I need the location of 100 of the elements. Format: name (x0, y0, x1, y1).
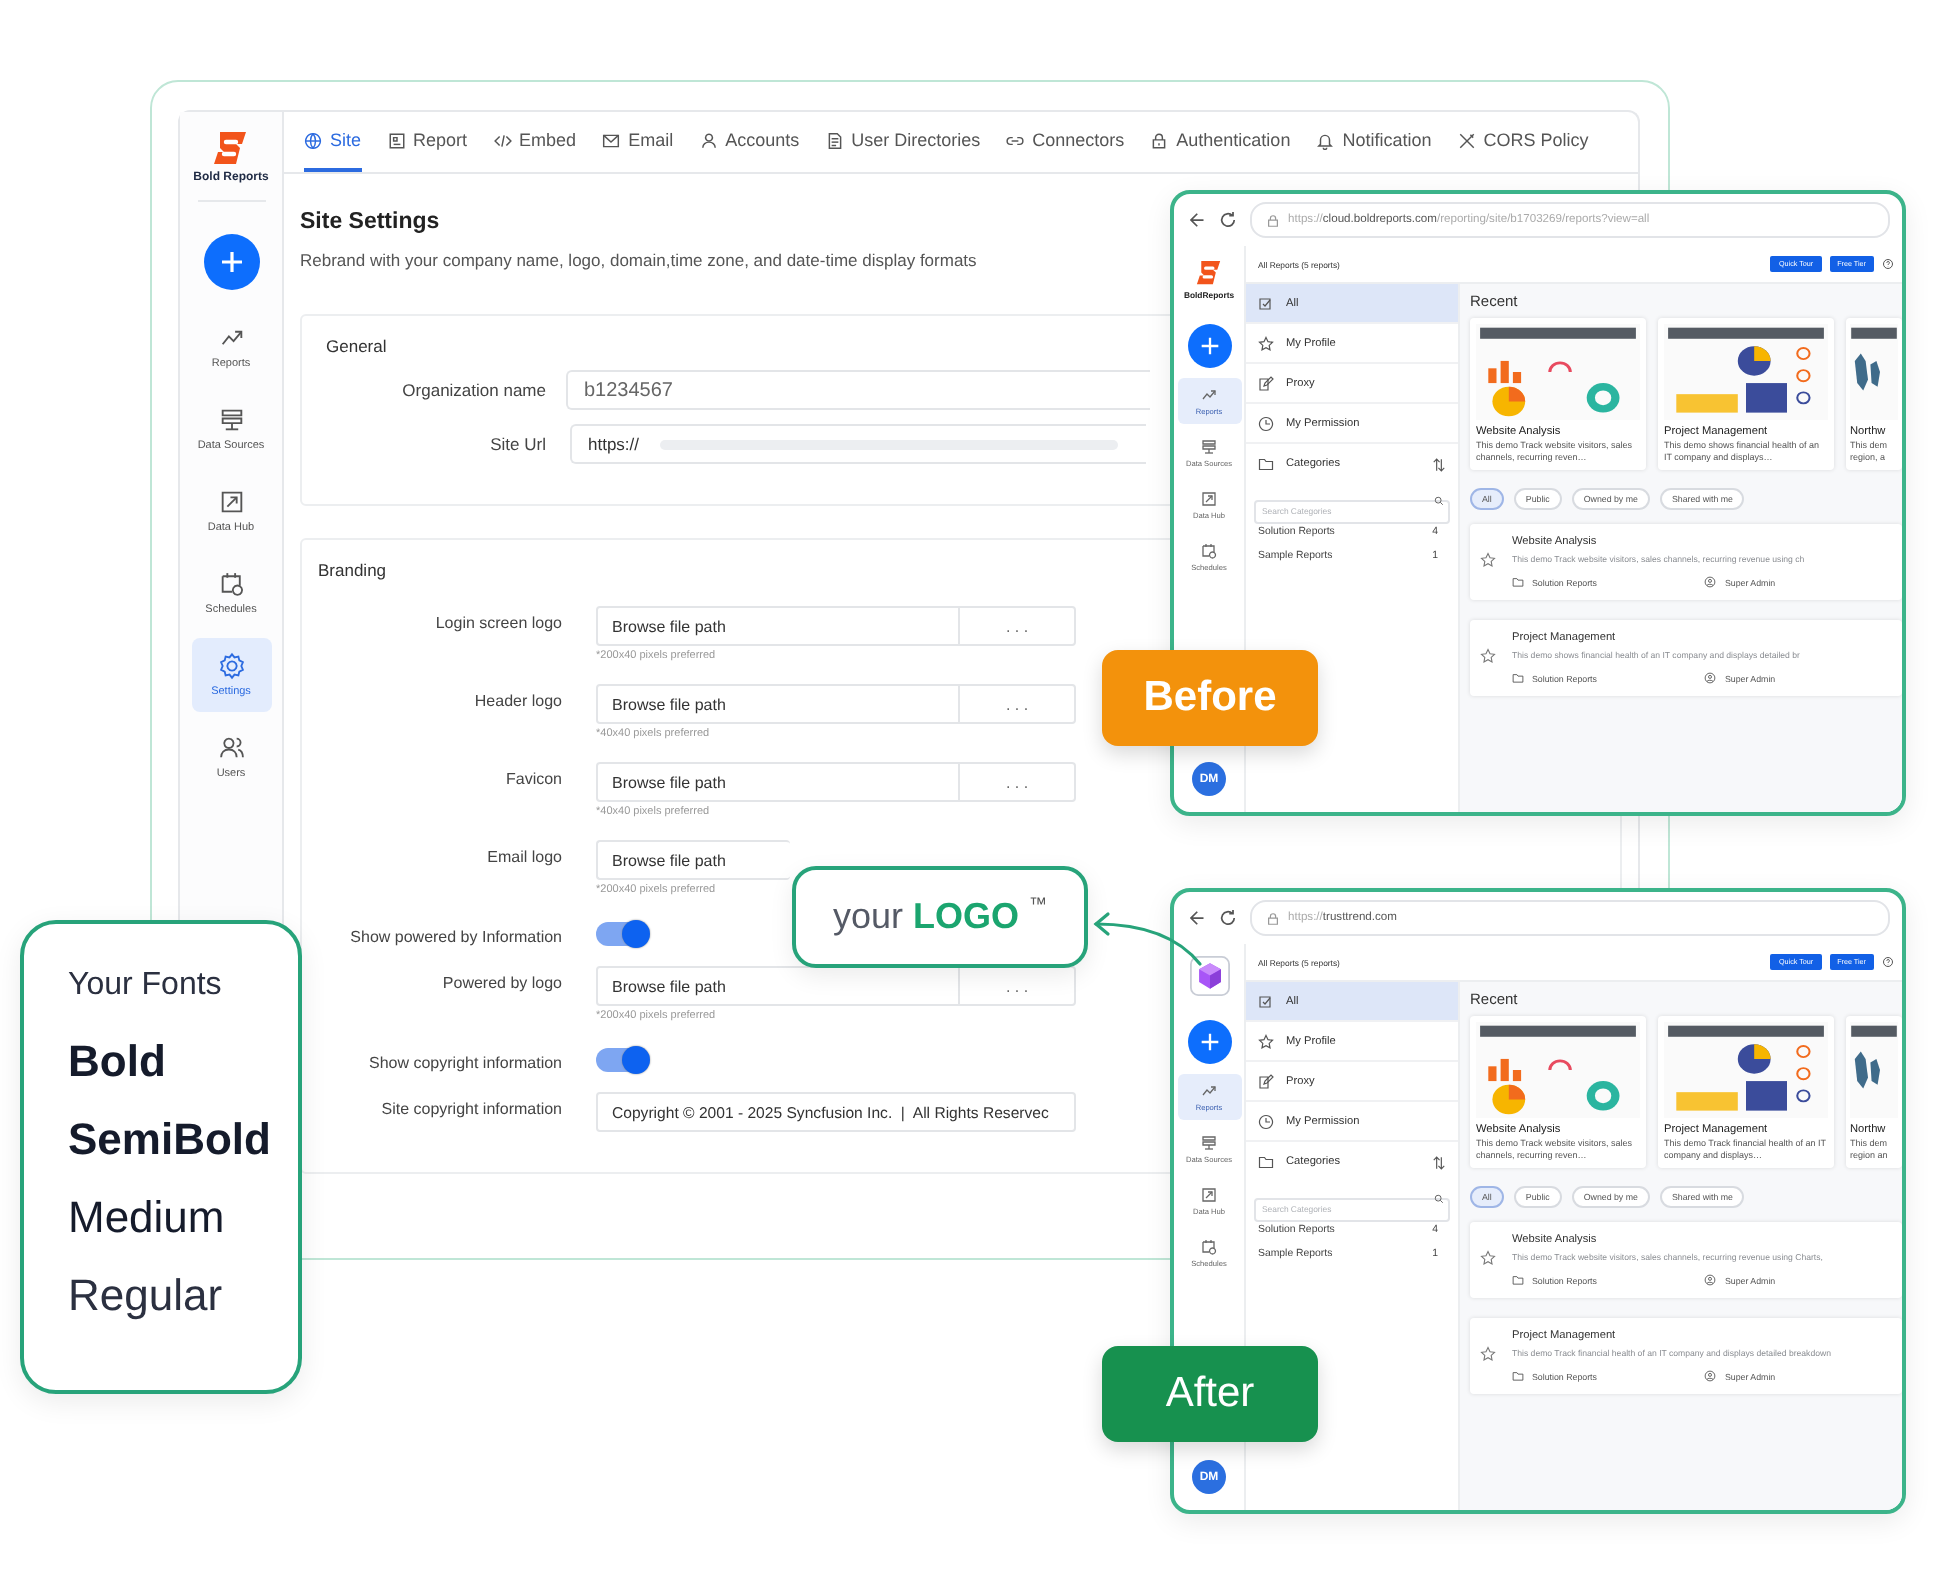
globe-icon (304, 131, 322, 149)
users-icon (217, 734, 245, 762)
reload-icon (1218, 210, 1238, 230)
url-field[interactable]: https:// (570, 424, 1146, 464)
user-icon (1704, 1370, 1717, 1383)
section-title: Branding (318, 560, 387, 580)
browse-button[interactable]: . . . (960, 968, 1074, 1004)
edit-icon (1258, 375, 1274, 391)
tab[interactable]: Authentication (1150, 112, 1291, 172)
add-button[interactable] (1187, 1020, 1231, 1064)
star-icon (1480, 648, 1496, 665)
star-icon (1480, 1250, 1496, 1267)
field-label: Login screen logo (433, 612, 562, 636)
tab[interactable]: User Directories (825, 112, 981, 172)
section-title: General (326, 336, 387, 356)
tab[interactable]: Site (304, 112, 362, 172)
data-hub-icon (1200, 1186, 1218, 1204)
curved-arrow (1093, 912, 1202, 966)
browse-button[interactable]: . . . (960, 608, 1074, 644)
browse-button[interactable]: . . . (960, 764, 1074, 800)
field-label: Show powered by Information (348, 926, 562, 950)
tab[interactable]: Report (387, 112, 468, 172)
field-label: Show copyright information (367, 1052, 562, 1076)
page-subtitle: Rebrand with your company name, logo, domain,time zone, and date-time display formats (300, 250, 977, 270)
add-button[interactable] (203, 234, 259, 290)
mail-icon (602, 131, 621, 149)
field-label: Favicon (503, 768, 562, 792)
reload-icon (1218, 908, 1238, 928)
sort-icon (1432, 1155, 1446, 1169)
cube-logo-icon (1189, 956, 1229, 996)
report-icon (387, 131, 406, 149)
star-icon (1480, 1346, 1496, 1363)
font-sample: Medium (68, 1192, 227, 1246)
trend-icon (1200, 1082, 1218, 1100)
card-title: Your Fonts (68, 968, 224, 1004)
tab[interactable]: CORS Policy (1457, 112, 1589, 172)
folder-icon (1512, 576, 1524, 589)
lock-icon (1150, 131, 1169, 149)
folder-icon (1258, 456, 1274, 472)
trend-icon (1200, 386, 1218, 404)
callout-text: your (832, 896, 903, 938)
font-sample: Bold (68, 1036, 168, 1090)
input-field[interactable]: b1234567 (566, 370, 1150, 410)
calendar-clock-icon (217, 570, 245, 598)
user-icon (1704, 576, 1717, 589)
tab[interactable]: Notification (1316, 112, 1432, 172)
tab[interactable]: Embed (493, 112, 577, 172)
server-icon (1200, 438, 1218, 456)
page-title: Site Settings (300, 210, 440, 234)
field-label: Powered by logo (440, 972, 562, 996)
file-path-field[interactable]: Browse file path (598, 764, 960, 800)
link-icon (1006, 131, 1025, 149)
folder-icon (1512, 1370, 1524, 1383)
tab[interactable]: Connectors (1006, 112, 1125, 172)
plus-icon (1199, 336, 1219, 356)
plus-icon (1199, 1032, 1219, 1052)
search-icon (1434, 1193, 1444, 1203)
lock-icon (1266, 213, 1280, 227)
clock-icon (1258, 415, 1274, 431)
toggle-switch[interactable] (596, 922, 648, 946)
user-icon (1704, 1274, 1717, 1287)
clock-icon (1258, 1113, 1274, 1129)
gear-icon (217, 652, 245, 680)
code-icon (493, 131, 512, 149)
trademark-sign: ™ (1029, 894, 1047, 914)
bell-icon (1316, 131, 1335, 149)
plus-icon (219, 250, 243, 274)
server-icon (1200, 1134, 1218, 1152)
star-icon (1258, 1033, 1274, 1049)
toggle-switch[interactable] (596, 1048, 648, 1072)
user-icon (699, 131, 718, 149)
folder-icon (1512, 1274, 1524, 1287)
field-label: Site Url (488, 434, 546, 454)
tab[interactable]: Accounts (699, 112, 800, 172)
back-icon (1186, 210, 1206, 230)
checkbox-icon (1258, 993, 1274, 1009)
add-button[interactable] (1187, 324, 1231, 368)
tab[interactable]: Email (602, 112, 674, 172)
directory-icon (825, 131, 844, 149)
star-icon (1480, 552, 1496, 569)
lock-icon (1266, 911, 1280, 925)
folder-icon (1512, 672, 1524, 685)
help-icon (1882, 258, 1894, 270)
file-path-field[interactable]: Browse file path (598, 686, 960, 722)
sort-icon (1432, 457, 1446, 471)
user-icon (1704, 672, 1717, 685)
browse-button[interactable]: . . . (960, 686, 1074, 722)
file-path-field[interactable]: Browse file path (598, 842, 790, 878)
checkbox-icon (1258, 295, 1274, 311)
file-path-field[interactable]: Browse file path (598, 608, 960, 644)
tools-icon (1457, 131, 1476, 149)
data-hub-icon (1200, 490, 1218, 508)
font-sample: Regular (68, 1270, 225, 1324)
help-icon (1882, 956, 1894, 968)
calendar-clock-icon (1200, 1238, 1218, 1256)
version-badge: After (1102, 1346, 1318, 1442)
field-label: Site copyright information (379, 1098, 562, 1122)
back-icon (1186, 908, 1206, 928)
font-sample: SemiBold (68, 1114, 273, 1168)
field-label: Organization name (400, 380, 546, 400)
